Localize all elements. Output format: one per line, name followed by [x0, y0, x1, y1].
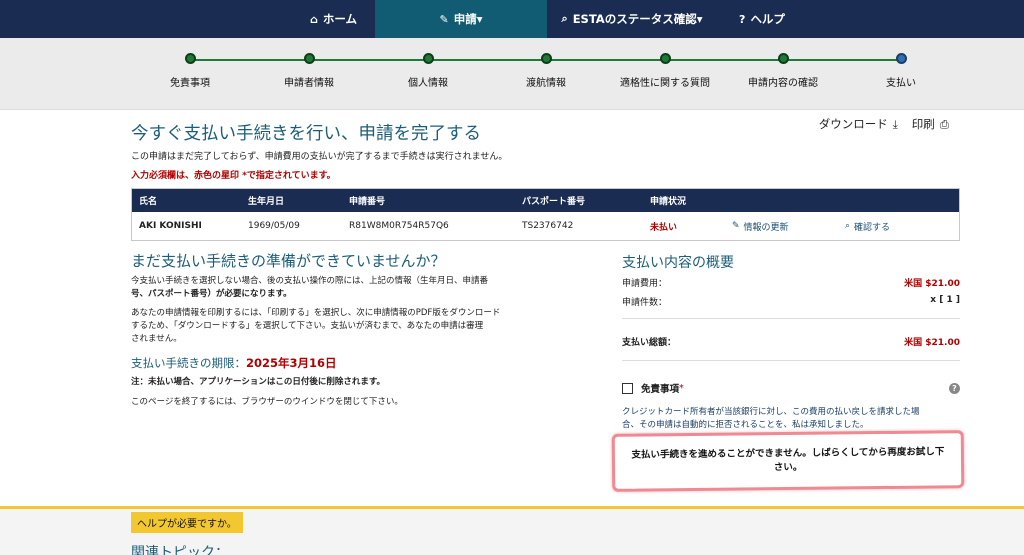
print-label: 印刷 — [911, 117, 935, 131]
deadline-label: 支払い手続きの期限： — [131, 356, 246, 370]
print-icon: ⎙ — [939, 116, 949, 131]
step-dot-4 — [541, 53, 552, 64]
info-p2-line2: するため、「ダウンロードする」を選択して下さい。支払いが済むまで、あなたの申請は… — [131, 321, 484, 331]
total-label: 支払い総額： — [622, 338, 677, 348]
info-p2-line3: されません。 — [131, 334, 182, 344]
info-paragraph-1: 今支払い手続きを選択しない場合、後の支払い操作の際には、上記の情報（生年月日、申… — [131, 275, 549, 301]
step-label-2: 申請者情報 — [284, 78, 334, 89]
summary-count-row: 申請件数： x [ 1 ] — [622, 295, 960, 308]
payment-error-message: 支払い手続きを進めることができません。しばらくしてから再度お試し下さい。 — [611, 430, 965, 492]
application-table: 氏名 生年月日 申請番号 パスポート番号 申請状況 AKI KONISHI 19… — [131, 188, 960, 241]
step-dot-7-current — [896, 53, 907, 64]
cell-status: 未払い — [650, 222, 678, 233]
page-actions: ダウンロード ⤓ 印刷 ⎙ — [819, 116, 949, 132]
cell-dob: 1969/05/09 — [248, 221, 300, 231]
cell-name: AKI KONISHI — [139, 221, 202, 231]
required-note: 入力必須欄は、赤色の星印 *で指定されています。 — [131, 171, 336, 181]
page-title: 今すぐ支払い手続きを行い、申請を完了する — [131, 124, 481, 144]
th-passport: パスポート番号 — [522, 197, 586, 207]
search-icon: ⌕ — [845, 221, 851, 231]
summary-divider-2 — [622, 360, 960, 361]
print-button[interactable]: 印刷 ⎙ — [912, 116, 949, 132]
nav-home-label: ホーム — [322, 12, 358, 26]
cell-passport: TS2376742 — [522, 221, 574, 231]
th-app-no: 申請番号 — [349, 197, 386, 207]
required-star: * — [679, 382, 684, 394]
count-value: x [ 1 ] — [930, 295, 960, 305]
step-label-5: 適格性に関する質問 — [620, 78, 710, 89]
nav-status[interactable]: ⌕ ESTAのステータス確認▾ — [547, 0, 717, 38]
th-name: 氏名 — [139, 197, 158, 207]
consent-row: 免責事項 * ? — [622, 381, 960, 395]
search-icon: ⌕ — [561, 12, 568, 25]
incomplete-notice: この申請はまだ完了しておらず、申請費用の支払いが完了するまで手続きは実行されませ… — [131, 152, 508, 162]
top-nav: ⌂ ホーム ✎ 申請▾ ⌕ ESTAのステータス確認▾ ? ヘルプ — [0, 0, 1024, 38]
pencil-icon: ✎ — [439, 12, 449, 26]
step-dot-3 — [423, 53, 434, 64]
th-dob: 生年月日 — [248, 197, 285, 207]
info-paragraph-2: あなたの申請情報を印刷するには、「印刷する」を選択し、次に申請情報のPDF版をダ… — [131, 307, 549, 346]
check-link[interactable]: ⌕ 確認する — [845, 212, 890, 240]
th-status: 申請状況 — [650, 197, 687, 207]
step-label-7: 支払い — [886, 78, 916, 89]
not-ready-heading: まだ支払い手続きの準備ができていませんか？ — [131, 252, 446, 270]
question-circle-icon: ? — [739, 12, 746, 26]
total-value: 米国 $21.00 — [904, 338, 960, 348]
table-header: 氏名 生年月日 申請番号 パスポート番号 申請状況 — [132, 189, 959, 212]
pencil-icon: ✎ — [732, 221, 740, 231]
home-icon: ⌂ — [309, 12, 318, 26]
info-p1-line1: 今支払い手続きを選択しない場合、後の支払い操作の際には、上記の情報（生年月日、申… — [131, 276, 489, 286]
consent-text: クレジットカード所有者が当該銀行に対し、この費用の払い戻しを請求した場 合、その… — [622, 406, 960, 432]
check-label: 確認する — [854, 222, 891, 233]
summary-divider-1 — [622, 318, 960, 319]
progress-area — [0, 38, 1024, 110]
download-button[interactable]: ダウンロード ⤓ — [819, 116, 898, 132]
fee-label: 申請費用： — [622, 279, 668, 289]
step-label-6: 申請内容の確認 — [748, 78, 818, 89]
consent-checkbox[interactable] — [622, 382, 633, 394]
nav-apply[interactable]: ✎ 申請▾ — [375, 0, 547, 38]
nav-help[interactable]: ? ヘルプ — [717, 0, 807, 38]
step-label-1: 免責事項 — [170, 78, 210, 89]
help-tab[interactable]: ヘルプが必要ですか。 — [131, 512, 243, 533]
consent-text-line1: クレジットカード所有者が当該銀行に対し、この費用の払い戻しを請求した場 — [622, 407, 920, 417]
nav-home[interactable]: ⌂ ホーム — [292, 0, 375, 38]
question-circle-icon[interactable]: ? — [949, 382, 960, 394]
update-info-label: 情報の更新 — [743, 222, 789, 233]
step-dot-5 — [660, 53, 671, 64]
step-dot-2 — [304, 53, 315, 64]
nav-apply-label: 申請▾ — [453, 12, 483, 26]
help-footer: ヘルプが必要ですか。 関連トピック： — [0, 506, 1024, 555]
info-p1-line2: 号、パスポート番号）が必要になります。 — [131, 289, 292, 299]
step-dot-1 — [185, 53, 196, 64]
nav-status-label: ESTAのステータス確認▾ — [572, 12, 703, 26]
info-p2-line1: あなたの申請情報を印刷するには、「印刷する」を選択し、次に申請情報のPDF版をダ… — [131, 308, 501, 318]
cell-app-no: R81W8M0R754R57Q6 — [349, 221, 449, 231]
deadline-date: 2025年3月16日 — [246, 356, 337, 370]
step-dot-6 — [778, 53, 789, 64]
step-label-4: 渡航情報 — [526, 78, 566, 89]
nav-help-label: ヘルプ — [750, 12, 785, 26]
table-row: AKI KONISHI 1969/05/09 R81W8M0R754R57Q6 … — [132, 212, 959, 240]
deletion-note: 注：未払い場合、アプリケーションはこの日付後に削除されます。 — [131, 377, 385, 387]
download-label: ダウンロード — [818, 117, 888, 131]
update-info-link[interactable]: ✎ 情報の更新 — [732, 212, 789, 240]
download-icon: ⤓ — [892, 116, 898, 131]
payment-deadline: 支払い手続きの期限：2025年3月16日 — [131, 355, 337, 371]
fee-value: 米国 $21.00 — [904, 279, 960, 289]
close-window-note: このページを終了するには、ブラウザーのウインドウを閉じて下さい。 — [131, 397, 403, 407]
step-label-3: 個人情報 — [408, 78, 448, 89]
summary-total-row: 支払い総額： 米国 $21.00 — [622, 335, 960, 348]
consent-label: 免責事項 — [641, 384, 680, 395]
related-topics-heading: 関連トピック： — [131, 545, 229, 555]
count-label: 申請件数： — [622, 298, 668, 308]
summary-fee-row: 申請費用： 米国 $21.00 — [622, 276, 960, 289]
summary-title: 支払い内容の概要 — [622, 255, 734, 271]
